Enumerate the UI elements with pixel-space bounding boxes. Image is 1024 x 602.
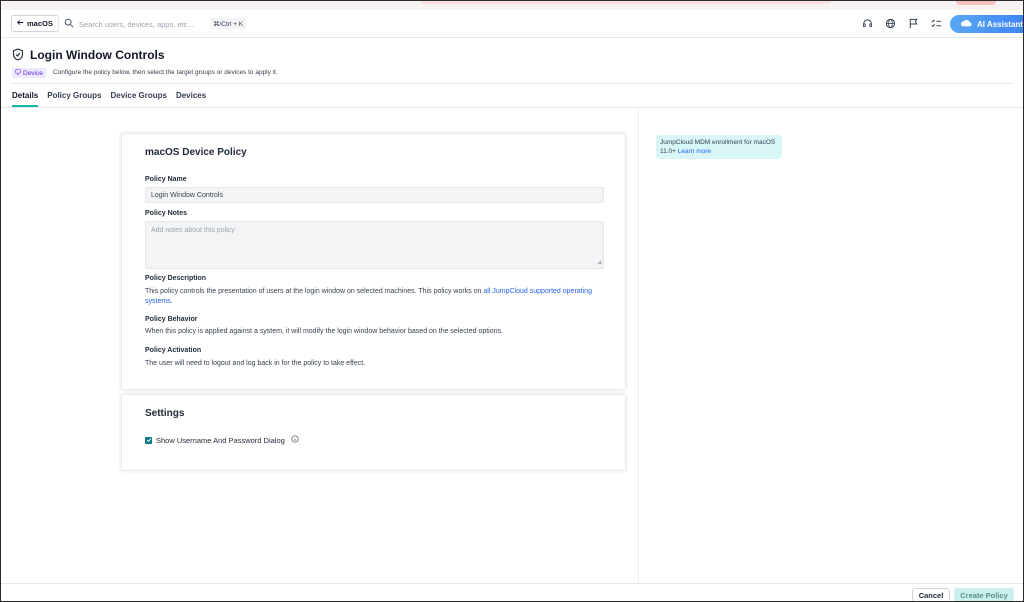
ai-assistant-label: AI Assistant [977,19,1023,29]
page-subtitle: Configure the policy below, then select … [53,69,278,76]
arrow-left-icon [17,19,24,28]
tab-policy-groups[interactable]: Policy Groups [47,91,101,107]
show-dialog-option: Show Username And Password Dialog [145,435,299,445]
description-end: . [170,298,173,305]
policy-behavior-text: When this policy is applied against a sy… [145,328,503,335]
search-input[interactable]: Search users, devices, apps, etc... [79,20,194,29]
globe-icon[interactable] [884,17,897,30]
tab-bar: Details Policy Groups Device Groups Devi… [12,91,206,107]
panel-divider [638,108,639,583]
top-strip [1,1,1023,10]
cancel-button[interactable]: Cancel [912,588,950,601]
policy-behavior-label: Policy Behavior [145,316,198,323]
ai-assistant-button[interactable]: AI Assistant [950,15,1023,33]
show-dialog-checkbox[interactable] [145,436,152,444]
app-window: macOS Search users, devices, apps, etc..… [0,0,1024,602]
policy-name-input[interactable]: Login Window Controls [145,187,604,203]
page-title: Login Window Controls [30,48,165,62]
back-button-label: macOS [27,19,53,28]
headset-icon[interactable] [861,17,874,30]
tab-devices[interactable]: Devices [176,91,206,107]
mdm-info-box: JumpCloud MDM enrollment for macOS 11.0+… [656,135,782,159]
card-title: macOS Device Policy [145,147,247,158]
settings-title: Settings [145,408,185,419]
policy-description-text: This policy controls the presentation of… [145,287,595,307]
search-shortcut-badge: ⌘/Ctrl + K [210,18,247,29]
tab-device-groups[interactable]: Device Groups [110,91,166,107]
footer-divider [1,583,1023,584]
tab-details[interactable]: Details [12,91,39,107]
policy-details-card: macOS Device Policy Policy Name Login Wi… [121,133,626,390]
policy-name-label: Policy Name [145,176,187,183]
learn-more-link[interactable]: Learn more [678,148,711,155]
description-body: This policy controls the presentation of… [145,288,484,295]
device-icon [15,69,21,77]
policy-notes-label: Policy Notes [145,210,188,217]
policy-activation-text: The user will need to logout and log bac… [145,360,366,367]
device-badge: Device [12,68,46,78]
policy-activation-label: Policy Activation [145,347,202,354]
policy-notes-textarea[interactable]: Add notes about this policy [145,221,604,269]
notification-bar [421,1,831,4]
info-icon[interactable] [291,435,299,445]
create-policy-button[interactable]: Create Policy [954,588,1014,601]
checklist-icon[interactable] [930,17,943,30]
show-dialog-label[interactable]: Show Username And Password Dialog [156,436,285,445]
search-icon [64,18,74,30]
shield-check-icon [12,48,24,63]
policy-notes-placeholder: Add notes about this policy [151,227,235,234]
policy-name-value: Login Window Controls [151,191,223,199]
device-badge-label: Device [23,69,43,77]
cloud-icon [960,19,972,29]
header-icons [861,17,943,30]
settings-card: Settings Show Username And Password Dial… [121,394,626,471]
page-head-divider [12,83,1013,84]
notification-indicator [956,1,996,5]
tabs-divider [1,107,1023,108]
resize-handle-icon[interactable] [597,260,602,267]
back-button[interactable]: macOS [11,15,59,32]
top-header: macOS Search users, devices, apps, etc..… [1,10,1023,38]
flag-icon[interactable] [907,17,920,30]
policy-description-label: Policy Description [145,275,207,282]
header-divider [58,16,59,32]
